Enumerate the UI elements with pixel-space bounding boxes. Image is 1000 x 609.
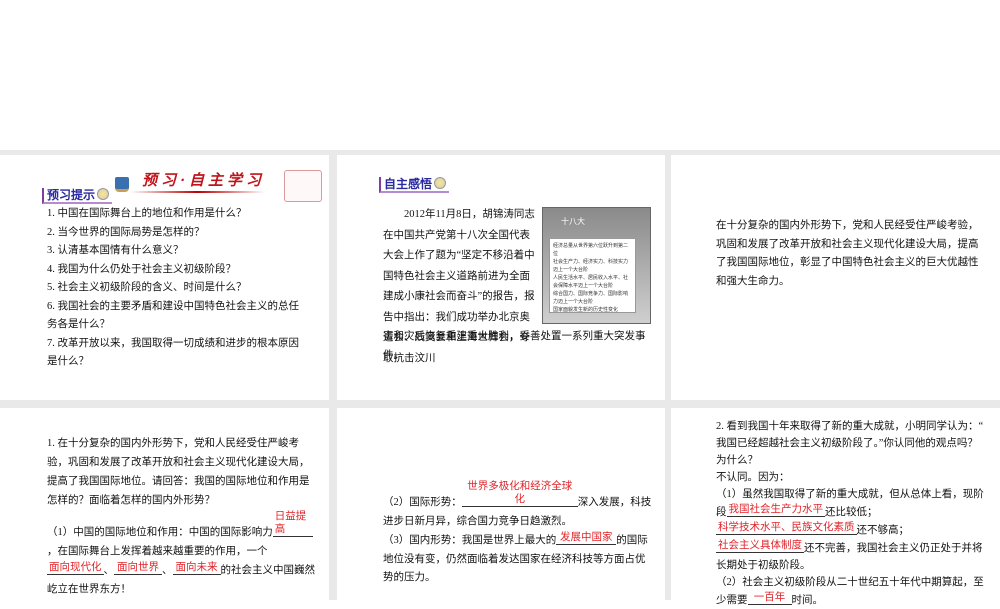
- text: （2）国际形势：: [383, 497, 462, 508]
- answer-blank: 科学技术水平、民族文化素质: [716, 521, 857, 535]
- answer-2: （2）社会主义初级阶段从二十世纪五十年代中期算起，至少需要 一百年 时间。: [716, 574, 986, 609]
- passage-end: 害和灾后恢复重建重大胜利，妥善处置一系列重大突发事件。: [383, 331, 646, 361]
- passage: 在十分复杂的国内外形势下，党和人民经受住严峻考验，巩固和发展了改革开放和社会主义…: [716, 220, 979, 287]
- answer-1: （1）中国的国际地位和作用：中国的国际影响力日益提高 ，在国际舞台上发挥着越来越重…: [47, 510, 317, 599]
- text: 还不够高；: [856, 525, 910, 536]
- image-line: 国家面貌发生新的历史性变化: [553, 307, 619, 313]
- text: （1）中国的国际地位和作用：中国的国际影响力: [47, 527, 273, 538]
- section-tag: 预习提示: [42, 188, 113, 204]
- answer-blank: 我国社会生产力水平: [726, 503, 825, 517]
- answer-blank: 面向现代化: [47, 561, 104, 575]
- slide-2[interactable]: 自主感悟 十八大 经济总量从世界第六位跃升到第二位 社会生产力、经济实力、科技实…: [337, 155, 665, 400]
- banner-underline: [130, 191, 265, 193]
- disc-icon: [434, 177, 447, 189]
- image-line: 经济总量从世界第六位跃升到第二位: [553, 243, 629, 257]
- answer: 不认同。因为：: [716, 472, 790, 483]
- slide-sorter: 预习·自主学习 预习提示 1. 中国在国际舞台上的地位和作用是什么？ 2. 当今…: [0, 150, 1000, 606]
- slide-3[interactable]: 在十分复杂的国内外形势下，党和人民经受住严峻考验，巩固和发展了改革开放和社会主义…: [671, 155, 1000, 400]
- image-line: 社会生产力、经济实力、科技实力迈上一个大台阶: [553, 259, 629, 273]
- answer-blank: 社会主义具体制度: [716, 539, 804, 553]
- text: ，在国际舞台上发挥着越来越重要的作用，一个: [47, 546, 268, 557]
- exercise: 2. 看到我国十年来取得了新的重大成就，小明同学认为：“ 我国已经超越社会主义初…: [716, 418, 986, 609]
- slide-5[interactable]: （2）国际形势：世界多极化和经济全球化 深入发展，科技进步日新月异，综合国力竞争日…: [337, 408, 665, 600]
- answer-blank: 面向未来: [172, 561, 221, 575]
- answer-3: （3）国内形势：我国是世界上最大的 发展中国家 的国际地位没有变，仍然面临着发达国家…: [383, 531, 653, 588]
- note-thumbnail: [284, 170, 322, 202]
- graduation-cap-icon: [115, 177, 129, 192]
- disc-icon: [97, 188, 110, 200]
- eighteenth-congress-image: 十八大 经济总量从世界第六位跃升到第二位 社会生产力、经济实力、科技实力迈上一个…: [542, 207, 651, 324]
- answer-1: （1）虽然我国取得了新的重大成就，但从总体上看，现阶段 我国社会生产力水平 还比较低…: [716, 486, 986, 574]
- tag-label: 预习提示: [47, 188, 96, 202]
- answer-blank: 面向世界: [114, 561, 162, 575]
- section-tag: 自主感悟: [379, 177, 450, 193]
- text: 、: [103, 565, 115, 576]
- list-item: 3. 认清基本国情有什么意义？: [47, 245, 184, 256]
- answer-blank: 发展中国家: [556, 531, 617, 545]
- section-banner: 预习·自主学习: [142, 172, 265, 189]
- answer-blank: 日益提高: [272, 510, 313, 537]
- text: 时间。: [791, 595, 824, 606]
- question-list: 1. 中国在国际舞台上的地位和作用是什么？ 2. 当今世界的国际局势是怎样的？ …: [47, 205, 309, 372]
- tag-label: 自主感悟: [384, 177, 433, 191]
- slide-6[interactable]: 2. 看到我国十年来取得了新的重大成就，小明同学认为：“ 我国已经超越社会主义初…: [671, 408, 1000, 606]
- image-content: 经济总量从世界第六位跃升到第二位 社会生产力、经济实力、科技实力迈上一个大台阶 …: [549, 238, 636, 313]
- text: （3）国内形势：我国是世界上最大的: [383, 535, 557, 546]
- answer-blank: 一百年: [747, 591, 792, 605]
- text: 还比较低；: [825, 507, 878, 518]
- image-line: 综合国力、国际竞争力、国际影响力迈上一个大台阶: [553, 291, 629, 305]
- text: 、: [162, 565, 173, 576]
- question: 1. 在十分复杂的国内外形势下，党和人民经受住严峻考验，巩固和发展了改革开放和社…: [47, 438, 310, 506]
- list-item: 1. 中国在国际舞台上的地位和作用是什么？: [47, 208, 247, 219]
- exercise: 1. 在十分复杂的国内外形势下，党和人民经受住严峻考验，巩固和发展了改革开放和社…: [47, 434, 317, 599]
- question: 2. 看到我国十年来取得了新的重大成就，小明同学认为：“ 我国已经超越社会主义初…: [716, 421, 984, 466]
- list-item: 5. 社会主义初级阶段的含义、时间是什么？: [47, 282, 247, 293]
- list-item: 6. 我国社会的主要矛盾和建设中国特色社会主义的总任务各是什么？: [47, 300, 299, 331]
- list-item: 2. 当今世界的国际局势是怎样的？: [47, 226, 205, 238]
- list-item: 7. 改革开放以来，我国取得一切成绩和进步的根本原因是什么？: [47, 337, 299, 368]
- answer-2: （2）国际形势：世界多极化和经济全球化 深入发展，科技进步日新月异，综合国力竞争日…: [383, 480, 653, 531]
- slide-1[interactable]: 预习·自主学习 预习提示 1. 中国在国际舞台上的地位和作用是什么？ 2. 当今…: [0, 155, 329, 400]
- exercise: （2）国际形势：世界多极化和经济全球化 深入发展，科技进步日新月异，综合国力竞争日…: [383, 480, 653, 588]
- image-title: 十八大: [561, 217, 585, 226]
- list-item: 4. 我国为什么仍处于社会主义初级阶段？: [47, 263, 236, 275]
- answer-blank: 世界多极化和经济全球化: [461, 480, 578, 507]
- image-line: 人民生活水平、居民收入水平、社会保障水平迈上一个大台阶: [553, 275, 629, 289]
- slide-4[interactable]: 1. 在十分复杂的国内外形势下，党和人民经受住严峻考验，巩固和发展了改革开放和社…: [0, 408, 329, 600]
